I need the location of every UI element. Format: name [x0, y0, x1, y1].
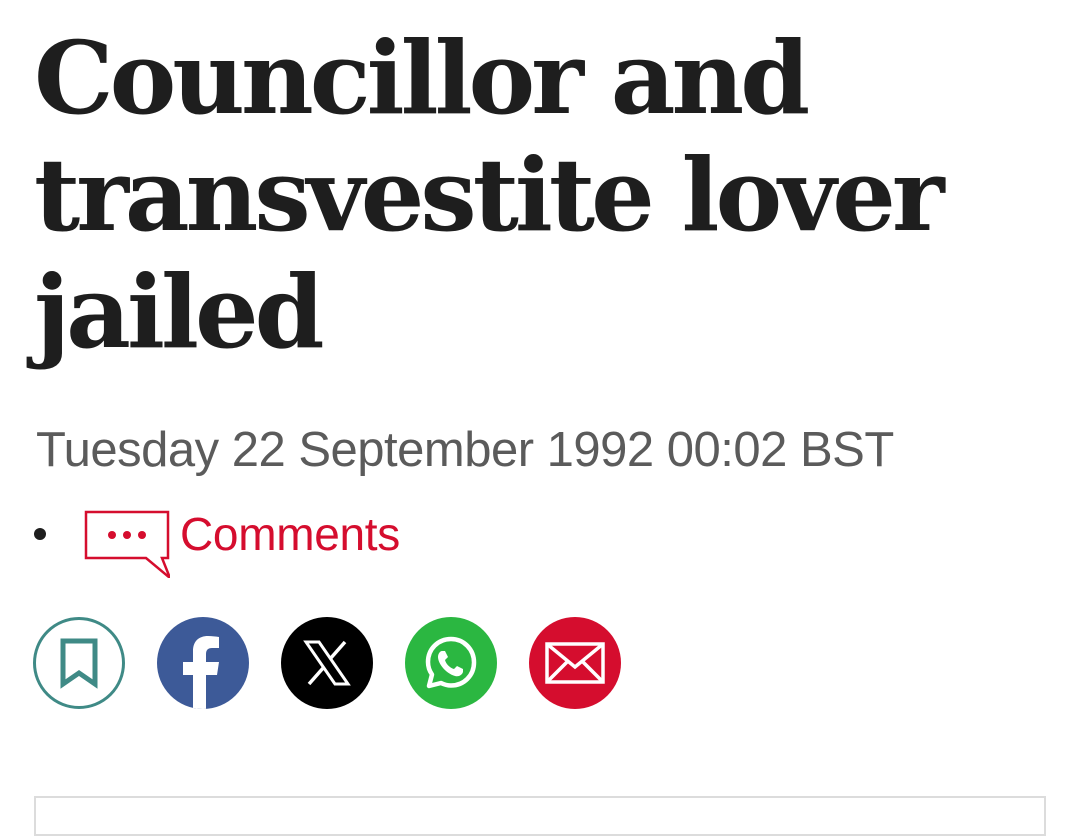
x-share-button[interactable]	[281, 617, 373, 709]
bookmark-icon	[60, 638, 98, 689]
email-share-button[interactable]	[529, 617, 621, 709]
article-dateline: Tuesday 22 September 1992 00:02 BST	[36, 423, 894, 477]
whatsapp-icon	[425, 636, 477, 689]
x-icon	[303, 640, 351, 686]
content-container	[34, 796, 1046, 836]
email-icon	[545, 642, 605, 684]
share-buttons	[33, 617, 621, 709]
facebook-share-button[interactable]	[157, 617, 249, 709]
whatsapp-share-button[interactable]	[405, 617, 497, 709]
comments-link[interactable]: Comments	[180, 506, 400, 562]
bullet-dot	[34, 528, 46, 540]
bookmark-button[interactable]	[33, 617, 125, 709]
comments-row: Comments	[34, 506, 400, 578]
comment-bubble-icon[interactable]	[84, 506, 170, 578]
article-headline: Councillor and transvestite lover jailed	[34, 19, 945, 371]
facebook-icon	[183, 636, 219, 709]
